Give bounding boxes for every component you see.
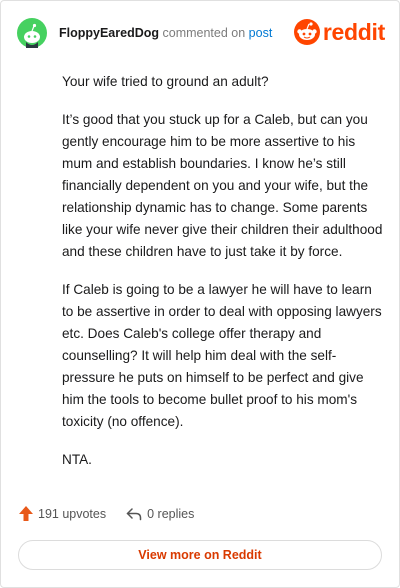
comment-paragraph: If Caleb is going to be a lawyer he will… xyxy=(62,282,382,429)
comment-actions: 191 upvotes 0 replies xyxy=(19,506,194,521)
comment-action-text: commented on xyxy=(162,26,246,40)
reddit-alien-icon xyxy=(293,19,320,45)
reply-arrow-icon xyxy=(126,507,142,520)
comment-meta: FloppyEaredDog commented on post xyxy=(59,26,272,40)
replies-button[interactable]: 0 replies xyxy=(126,507,194,521)
view-more-button[interactable]: View more on Reddit xyxy=(18,540,382,570)
reply-count: 0 replies xyxy=(147,506,195,521)
author-username[interactable]: FloppyEaredDog xyxy=(59,26,159,40)
snoo-avatar-icon[interactable] xyxy=(17,18,47,48)
comment-body: Your wife tried to ground an adult? It’s… xyxy=(62,71,384,487)
comment-paragraph: It’s good that you stuck up for a Caleb,… xyxy=(62,112,383,259)
embedded-comment-card: FloppyEaredDog commented on post reddit … xyxy=(0,0,400,588)
reddit-logo[interactable]: reddit xyxy=(293,18,385,45)
comment-paragraph: Your wife tried to ground an adult? xyxy=(62,74,269,89)
upvote-arrow-icon xyxy=(19,506,33,521)
upvote-button[interactable]: 191 upvotes xyxy=(19,506,106,521)
comment-header: FloppyEaredDog commented on post xyxy=(17,18,272,48)
post-link[interactable]: post xyxy=(249,26,273,40)
upvote-count: 191 upvotes xyxy=(38,506,107,521)
reddit-wordmark: reddit xyxy=(322,18,385,45)
comment-paragraph: NTA. xyxy=(62,452,92,467)
